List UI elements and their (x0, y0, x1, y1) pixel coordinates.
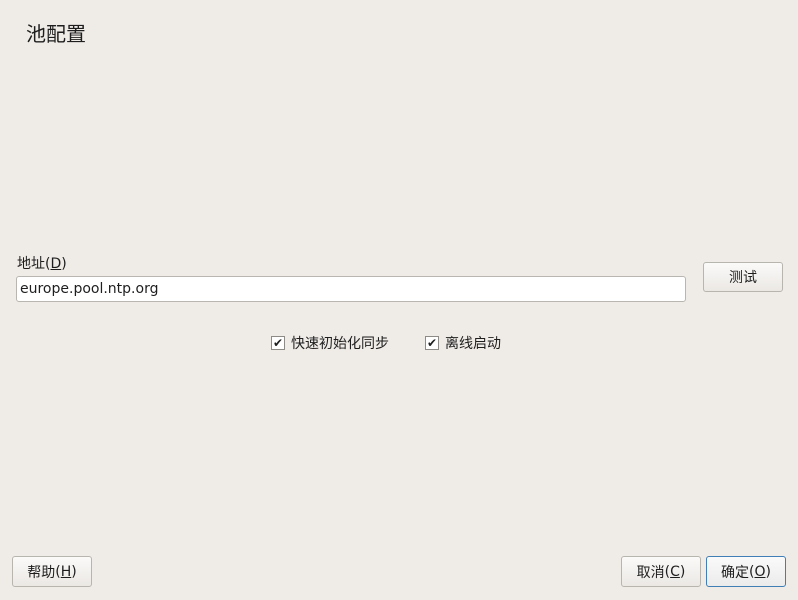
ok-button[interactable]: 确定O (706, 556, 786, 587)
quick-init-sync-label: 快速初始化同步 (291, 336, 389, 352)
ok-label: 确定 (721, 564, 750, 581)
quick-init-sync-checkbox[interactable]: ✔ 快速初始化同步 (271, 333, 389, 353)
offline-start-checkbox[interactable]: ✔ 离线启动 (425, 333, 501, 353)
help-button[interactable]: 帮助H (12, 556, 92, 587)
cancel-button[interactable]: 取消 C (621, 556, 701, 587)
dialog-title: 池配置 (26, 22, 86, 46)
test-button[interactable]: 测试 (703, 262, 783, 292)
help-mnemonic-wrap: H (55, 564, 76, 580)
cancel-label: 取消 (636, 564, 665, 581)
checkmark-icon[interactable]: ✔ (271, 336, 285, 350)
address-input[interactable] (16, 276, 686, 302)
address-mnemonic-wrap: D (45, 256, 67, 272)
help-mnemonic: H (60, 563, 72, 580)
checkmark-icon[interactable]: ✔ (425, 336, 439, 350)
address-label: 地址 D (17, 253, 67, 273)
ok-mnemonic: O (754, 563, 766, 580)
cancel-mnemonic: C (670, 563, 680, 580)
address-mnemonic: D (50, 256, 62, 272)
test-button-label: 测试 (729, 270, 757, 286)
address-label-text: 地址 (17, 256, 45, 272)
offline-start-label: 离线启动 (445, 336, 501, 352)
cancel-mnemonic-wrap: C (665, 564, 686, 580)
help-label: 帮助 (27, 564, 56, 581)
ok-mnemonic-wrap: O (749, 564, 771, 580)
